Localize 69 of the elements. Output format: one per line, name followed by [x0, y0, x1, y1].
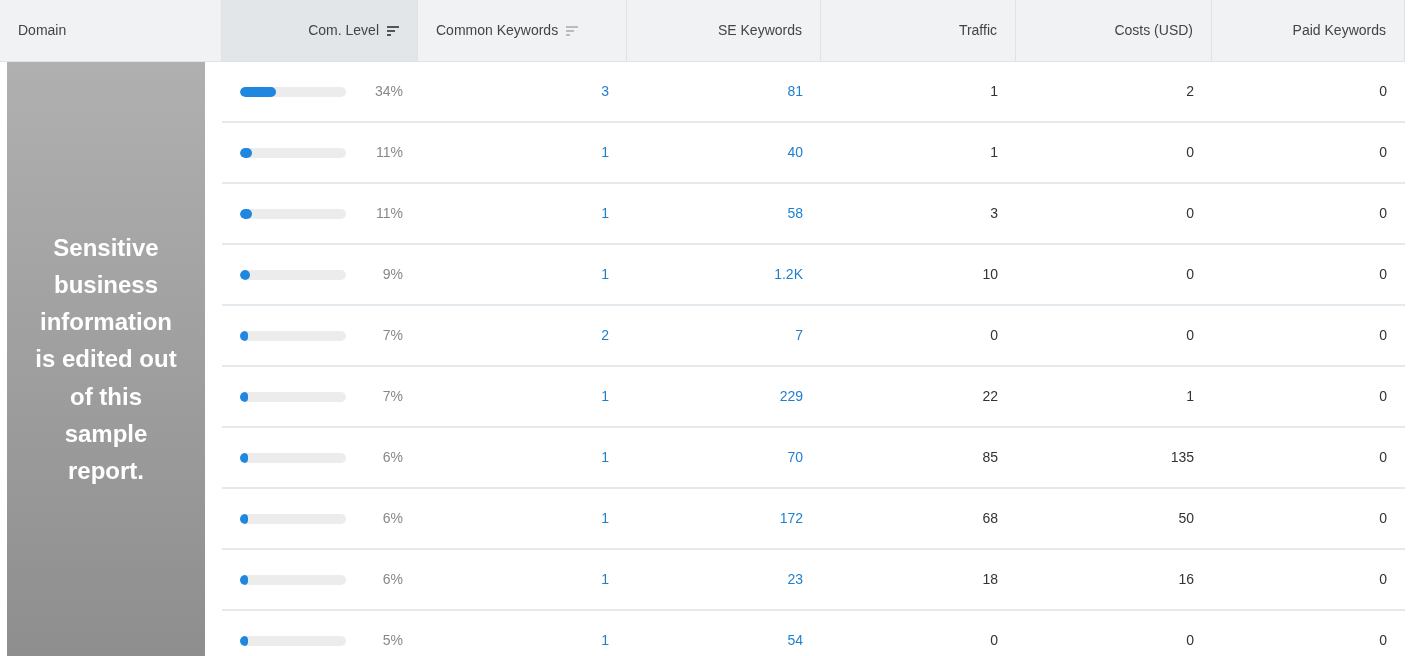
traffic-value: 0 [990, 631, 998, 650]
column-header[interactable]: Traffic [821, 0, 1016, 62]
level-percent: 7% [382, 326, 403, 345]
level-percent: 34% [374, 82, 403, 101]
traffic-value: 0 [990, 326, 998, 345]
common-keywords-link[interactable]: 1 [601, 203, 609, 224]
sort-icon[interactable] [387, 25, 399, 36]
level-percent: 11% [376, 204, 403, 223]
costs-value: 0 [1186, 631, 1194, 650]
common-keywords-link[interactable]: 1 [601, 264, 609, 285]
traffic-value: 85 [982, 448, 998, 467]
traffic-value: 3 [990, 204, 998, 223]
costs-value: 0 [1186, 204, 1194, 223]
costs-value: 0 [1186, 265, 1194, 284]
level-percent: 11% [376, 143, 403, 162]
common-keywords-link[interactable]: 3 [601, 81, 609, 102]
common-keywords-link[interactable]: 2 [601, 325, 609, 346]
se-keywords-link[interactable]: 70 [787, 447, 803, 468]
level-percent: 9% [382, 265, 403, 284]
level-percent: 7% [382, 387, 403, 406]
column-header[interactable]: Com. Level [222, 0, 418, 62]
common-keywords-link[interactable]: 1 [601, 569, 609, 590]
paid-keywords-value: 0 [1379, 509, 1387, 528]
paid-keywords-value: 0 [1379, 326, 1387, 345]
common-keywords-link[interactable]: 1 [601, 630, 609, 651]
costs-value: 16 [1178, 570, 1194, 589]
se-keywords-link[interactable]: 81 [787, 81, 803, 102]
paid-keywords-value: 0 [1379, 570, 1387, 589]
paid-keywords-value: 0 [1379, 448, 1387, 467]
se-keywords-link[interactable]: 1.2K [774, 264, 803, 285]
costs-value: 135 [1170, 448, 1194, 467]
column-header[interactable]: Costs (USD) [1016, 0, 1212, 62]
common-keywords-link[interactable]: 1 [601, 508, 609, 529]
costs-value: 2 [1186, 82, 1194, 101]
common-keywords-link[interactable]: 1 [601, 142, 609, 163]
common-keywords-link[interactable]: 1 [601, 386, 609, 407]
paid-keywords-value: 0 [1379, 204, 1387, 223]
se-keywords-link[interactable]: 7 [795, 325, 803, 346]
paid-keywords-value: 0 [1379, 143, 1387, 162]
se-keywords-link[interactable]: 54 [787, 630, 803, 651]
paid-keywords-value: 0 [1379, 265, 1387, 284]
level-percent: 6% [382, 509, 403, 528]
redaction-block: Sensitive business information is edited out of this sample report. [7, 62, 205, 656]
paid-keywords-value: 0 [1379, 387, 1387, 406]
traffic-value: 18 [982, 570, 998, 589]
traffic-value: 1 [990, 82, 998, 101]
traffic-value: 68 [982, 509, 998, 528]
traffic-value: 22 [982, 387, 998, 406]
common-keywords-link[interactable]: 1 [601, 447, 609, 468]
column-header[interactable]: Common Keywords [418, 0, 627, 62]
level-percent: 6% [382, 448, 403, 467]
level-percent: 5% [382, 631, 403, 650]
se-keywords-link[interactable]: 229 [779, 386, 803, 407]
se-keywords-link[interactable]: 172 [779, 508, 803, 529]
costs-value: 0 [1186, 143, 1194, 162]
traffic-value: 10 [982, 265, 998, 284]
costs-value: 50 [1178, 509, 1194, 528]
column-header[interactable]: SE Keywords [627, 0, 821, 62]
paid-keywords-value: 0 [1379, 82, 1387, 101]
paid-keywords-value: 0 [1379, 631, 1387, 650]
costs-value: 1 [1186, 387, 1194, 406]
column-header[interactable]: Paid Keywords [1212, 0, 1405, 62]
se-keywords-link[interactable]: 58 [787, 203, 803, 224]
se-keywords-link[interactable]: 23 [787, 569, 803, 590]
level-percent: 6% [382, 570, 403, 589]
costs-value: 0 [1186, 326, 1194, 345]
se-keywords-link[interactable]: 40 [787, 142, 803, 163]
traffic-value: 1 [990, 143, 998, 162]
column-header[interactable]: Domain [0, 0, 222, 62]
